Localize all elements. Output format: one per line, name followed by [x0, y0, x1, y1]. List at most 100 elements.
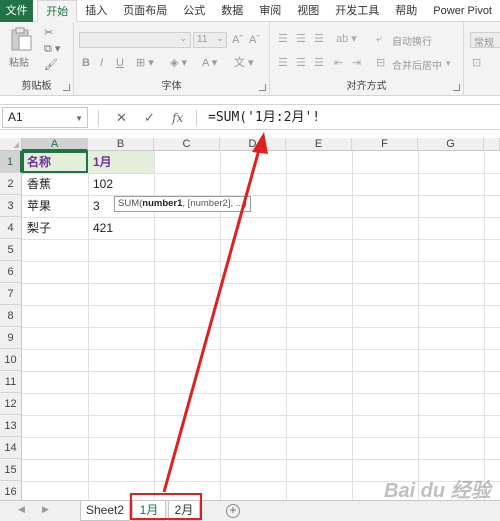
sheet-tab-bar: ◀ ▶ Sheet2 1月 2月 +: [0, 500, 500, 521]
row-header-3[interactable]: 3: [0, 195, 22, 217]
row-header-12[interactable]: 12: [0, 393, 22, 415]
select-all-icon: [13, 142, 19, 148]
gridline: [22, 283, 500, 284]
clipboard-launcher-icon[interactable]: [63, 84, 70, 91]
row-header-1[interactable]: 1: [0, 151, 22, 173]
cell-a2[interactable]: 香蕉: [22, 173, 88, 195]
increase-indent-icon[interactable]: ⇥: [352, 56, 361, 70]
row-header-4[interactable]: 4: [0, 217, 22, 239]
orientation-icon[interactable]: ab ▾: [336, 32, 357, 46]
cell-a3[interactable]: 苹果: [22, 195, 88, 217]
wrap-text-label[interactable]: 自动换行: [392, 33, 432, 48]
cell-b1[interactable]: 1月: [88, 151, 154, 173]
chevron-down-icon: ⌄: [216, 33, 224, 43]
tab-view[interactable]: 视图: [289, 0, 327, 22]
align-center-icon[interactable]: ☰: [296, 56, 306, 70]
top-align-icon[interactable]: ☰: [278, 32, 288, 46]
alignment-launcher-icon[interactable]: [453, 84, 460, 91]
number-format-field[interactable]: 常规: [470, 32, 500, 49]
scroll-left-icon[interactable]: ◀: [18, 504, 25, 515]
column-header-h[interactable]: [484, 138, 500, 151]
row-header-10[interactable]: 10: [0, 349, 22, 371]
paste-button[interactable]: 粘贴: [6, 26, 36, 70]
row-header-6[interactable]: 6: [0, 261, 22, 283]
column-header-f[interactable]: F: [352, 138, 418, 151]
paste-icon: [11, 27, 32, 51]
gridline: [22, 437, 500, 438]
font-color-icon[interactable]: A ▾: [202, 56, 217, 70]
scroll-right-icon[interactable]: ▶: [42, 504, 49, 515]
row-header-2[interactable]: 2: [0, 173, 22, 195]
row-header-16[interactable]: 16: [0, 481, 22, 500]
tab-home[interactable]: 开始: [37, 0, 78, 22]
row-header-7[interactable]: 7: [0, 283, 22, 305]
column-header-b[interactable]: B: [88, 138, 154, 151]
cell-b4[interactable]: 421: [88, 217, 154, 239]
tab-help[interactable]: 帮助: [387, 0, 425, 22]
bottom-align-icon[interactable]: ☰: [314, 32, 324, 46]
row-header-8[interactable]: 8: [0, 305, 22, 327]
font-size-field[interactable]: 11 ⌄: [193, 32, 227, 48]
tooltip-current-arg[interactable]: number1: [142, 198, 182, 209]
merge-center-label[interactable]: 合并后居中: [392, 57, 442, 72]
sheet-tab-sheet2[interactable]: Sheet2: [80, 501, 130, 521]
gridline: [22, 305, 500, 306]
tab-page-layout[interactable]: 页面布局: [115, 0, 175, 22]
column-header-d[interactable]: D: [220, 138, 286, 151]
row-header-13[interactable]: 13: [0, 415, 22, 437]
phonetic-icon[interactable]: 文 ▾: [234, 56, 254, 70]
tab-formulas[interactable]: 公式: [175, 0, 213, 22]
insert-function-button[interactable]: fx: [172, 110, 183, 126]
bold-button[interactable]: B: [82, 56, 90, 70]
align-left-icon[interactable]: ☰: [278, 56, 288, 70]
enter-icon[interactable]: ✓: [144, 110, 155, 126]
select-all-button[interactable]: [0, 138, 22, 151]
tab-power-pivot[interactable]: Power Pivot: [425, 0, 500, 22]
cancel-icon[interactable]: ✕: [116, 110, 127, 126]
copy-icon[interactable]: ⧉ ▾: [44, 42, 60, 56]
tab-review[interactable]: 审阅: [251, 0, 289, 22]
row-header-14[interactable]: 14: [0, 437, 22, 459]
add-sheet-icon[interactable]: +: [226, 504, 240, 518]
column-header-e[interactable]: E: [286, 138, 352, 151]
cell-a4[interactable]: 梨子: [22, 217, 88, 239]
column-header-a[interactable]: A: [22, 138, 88, 151]
align-right-icon[interactable]: ☰: [314, 56, 324, 70]
name-box[interactable]: A1 ▼: [2, 107, 88, 128]
gridline: [352, 151, 353, 500]
italic-button[interactable]: I: [100, 56, 103, 70]
cell-b2[interactable]: 102: [88, 173, 154, 195]
chevron-down-icon[interactable]: ▾: [446, 56, 451, 70]
tab-insert[interactable]: 插入: [77, 0, 115, 22]
currency-icon[interactable]: ⊡: [472, 56, 481, 70]
middle-align-icon[interactable]: ☰: [296, 32, 306, 46]
tab-developer[interactable]: 开发工具: [327, 0, 387, 22]
row-header-9[interactable]: 9: [0, 327, 22, 349]
worksheet-grid[interactable]: A B C D E F G 1 2 3 4 5 6 7 8 9 10 11 12…: [0, 138, 500, 500]
wrap-text-icon[interactable]: ⤶: [376, 32, 382, 46]
fill-color-icon[interactable]: ◈ ▾: [170, 56, 187, 70]
format-painter-icon[interactable]: 🖌: [44, 58, 58, 72]
shrink-font-button[interactable]: Aˇ: [249, 33, 260, 47]
column-header-g[interactable]: G: [418, 138, 484, 151]
tab-file[interactable]: 文件: [0, 0, 34, 22]
formula-input[interactable]: =SUM('1月:2月'!: [208, 108, 320, 127]
column-header-c[interactable]: C: [154, 138, 220, 151]
font-name-field[interactable]: ⌄: [79, 32, 191, 48]
decrease-indent-icon[interactable]: ⇤: [334, 56, 343, 70]
cut-icon[interactable]: ✂: [44, 26, 53, 40]
row-header-15[interactable]: 15: [0, 459, 22, 481]
border-icon[interactable]: ⊞ ▾: [136, 56, 154, 70]
grow-font-button[interactable]: Aˆ: [232, 33, 243, 47]
underline-button[interactable]: U: [116, 56, 124, 70]
row-header-5[interactable]: 5: [0, 239, 22, 261]
tab-data[interactable]: 数据: [213, 0, 251, 22]
row-header-11[interactable]: 11: [0, 371, 22, 393]
cell-a1[interactable]: 名称: [22, 151, 88, 173]
merge-center-icon[interactable]: ⊟: [376, 56, 385, 70]
gridline: [22, 261, 500, 262]
chevron-down-icon: ⌄: [179, 33, 187, 43]
number-format-value: 常规: [474, 38, 494, 49]
gridline: [484, 151, 485, 500]
font-launcher-icon[interactable]: [259, 84, 266, 91]
